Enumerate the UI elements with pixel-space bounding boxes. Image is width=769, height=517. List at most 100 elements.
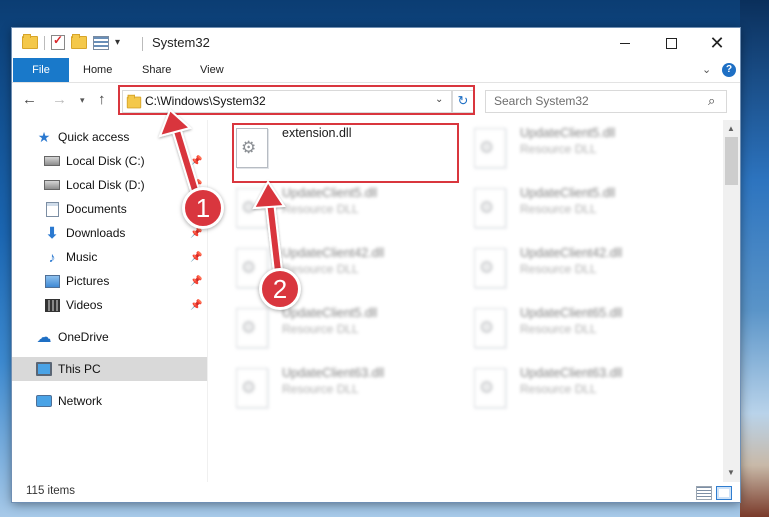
new-folder-icon[interactable]: [71, 34, 87, 49]
tab-file[interactable]: File: [13, 58, 69, 82]
sidebar-item-label: Documents: [66, 202, 127, 216]
sidebar-item-label: Local Disk (C:): [66, 154, 145, 168]
tab-view[interactable]: View: [200, 58, 224, 82]
sidebar-item-quick-access[interactable]: ★ Quick access: [36, 125, 207, 149]
expand-ribbon-icon[interactable]: ⌄: [702, 63, 711, 76]
file-item[interactable]: UpdateClient5.dll Resource DLL: [474, 126, 704, 180]
pin-icon[interactable]: 📌: [190, 228, 202, 239]
dll-file-icon: [236, 368, 268, 408]
search-icon[interactable]: ⌕: [708, 93, 715, 109]
forward-button[interactable]: →: [52, 91, 67, 108]
sidebar-item-label: Quick access: [58, 130, 130, 144]
sidebar-item-onedrive[interactable]: ☁ OneDrive: [36, 325, 207, 349]
address-highlight-box: [118, 85, 475, 115]
sidebar-item-videos[interactable]: Videos 📌: [44, 293, 207, 317]
title-separator: [142, 37, 143, 51]
file-name: UpdateClient5.dll: [282, 306, 378, 320]
file-item[interactable]: UpdateClient42.dll Resource DLL: [474, 246, 704, 300]
status-bar: 115 items: [12, 482, 740, 502]
scroll-thumb[interactable]: [725, 137, 738, 185]
file-item[interactable]: UpdateClient5.dll Resource DLL: [474, 186, 704, 240]
sidebar-item-music[interactable]: ♪ Music 📌: [44, 245, 207, 269]
network-icon: [36, 395, 52, 407]
dll-file-icon: [474, 188, 506, 228]
sidebar-item-local-disk-c[interactable]: Local Disk (C:) 📌: [44, 149, 207, 173]
dll-file-icon: [474, 128, 506, 168]
item-count: 115 items: [26, 485, 76, 497]
sidebar-item-downloads[interactable]: ⬇ Downloads 📌: [44, 221, 207, 245]
folder-icon[interactable]: [22, 34, 38, 49]
file-type: Resource DLL: [520, 322, 597, 336]
file-type: Resource DLL: [520, 202, 597, 216]
sidebar-item-label: Music: [66, 250, 98, 264]
scroll-down-icon[interactable]: ▼: [727, 468, 735, 477]
sidebar-item-this-pc[interactable]: This PC: [12, 357, 207, 381]
file-name: UpdateClient5.dll: [282, 186, 378, 200]
recent-locations-icon[interactable]: ▾: [80, 95, 85, 106]
close-button[interactable]: ✕: [694, 28, 740, 58]
dll-file-icon: [236, 308, 268, 348]
pictures-icon: [44, 274, 60, 288]
sidebar-item-pictures[interactable]: Pictures 📌: [44, 269, 207, 293]
disk-icon: [44, 180, 60, 190]
search-placeholder: Search System32: [494, 94, 589, 108]
cloud-icon: ☁: [36, 329, 52, 346]
file-type: Resource DLL: [282, 202, 359, 216]
file-item[interactable]: UpdateClient5.dll Resource DLL: [236, 306, 466, 360]
file-type: Resource DLL: [282, 382, 359, 396]
vertical-scrollbar[interactable]: ▲ ▼: [723, 120, 740, 482]
sidebar-item-label: OneDrive: [58, 330, 109, 344]
qat-separator: [44, 35, 45, 50]
step-2-badge: 2: [259, 268, 301, 310]
properties-check-icon[interactable]: [51, 33, 65, 50]
file-item[interactable]: UpdateClient65.dll Resource DLL: [474, 306, 704, 360]
file-name: UpdateClient42.dll: [520, 246, 623, 260]
videos-icon: [44, 298, 60, 312]
qat-dropdown-icon[interactable]: ▾: [115, 37, 120, 48]
tab-share[interactable]: Share: [142, 58, 171, 82]
dll-file-icon: [474, 368, 506, 408]
tab-home[interactable]: Home: [83, 58, 112, 82]
maximize-button[interactable]: [648, 28, 694, 58]
disk-icon: [44, 156, 60, 166]
back-button[interactable]: ←: [22, 91, 37, 108]
dll-file-icon: [474, 308, 506, 348]
computer-icon: [36, 362, 52, 376]
pin-icon[interactable]: 📌: [190, 252, 202, 263]
minimize-button[interactable]: [602, 28, 648, 58]
close-icon: ✕: [709, 32, 725, 53]
documents-icon: [45, 201, 59, 217]
help-icon[interactable]: ?: [722, 63, 736, 77]
large-icons-view-icon[interactable]: [716, 486, 732, 500]
file-name: UpdateClient5.dll: [520, 126, 616, 140]
file-item[interactable]: UpdateClient63.dll Resource DLL: [236, 366, 466, 420]
step-1-badge: 1: [182, 187, 224, 229]
minimize-icon: [620, 42, 630, 44]
pin-icon[interactable]: 📌: [190, 300, 202, 311]
quick-access-toolbar: ▾: [22, 33, 120, 50]
search-input[interactable]: Search System32 ⌕: [485, 90, 727, 113]
sidebar-item-label: Local Disk (D:): [66, 178, 145, 192]
pin-icon[interactable]: 📌: [190, 276, 202, 287]
sidebar-item-label: Network: [58, 394, 103, 408]
sidebar-item-label: Downloads: [66, 226, 126, 240]
desktop-background: [740, 0, 769, 517]
file-explorer-window: ▾ System32 ✕ File Home Share View ⌄ ? ← …: [12, 28, 740, 502]
file-type: Resource DLL: [282, 322, 359, 336]
file-item[interactable]: UpdateClient63.dll Resource DLL: [474, 366, 704, 420]
star-icon: ★: [37, 128, 51, 145]
sidebar-item-label: Pictures: [66, 274, 110, 288]
file-type: Resource DLL: [520, 142, 597, 156]
pin-icon[interactable]: 📌: [190, 156, 202, 167]
details-view-icon[interactable]: [696, 486, 712, 500]
file-item[interactable]: UpdateClient5.dll Resource DLL: [236, 186, 466, 240]
sidebar-item-network[interactable]: Network: [36, 389, 207, 413]
sidebar-item-local-disk-d[interactable]: Local Disk (D:) 📌: [44, 173, 207, 197]
up-button[interactable]: ↑: [98, 91, 106, 108]
customize-icon[interactable]: [93, 35, 109, 50]
file-name: UpdateClient65.dll: [520, 306, 623, 320]
sidebar-item-label: This PC: [58, 362, 101, 376]
title-bar: ▾ System32 ✕: [12, 28, 740, 58]
file-highlight-box: [232, 123, 459, 183]
scroll-up-icon[interactable]: ▲: [727, 124, 735, 133]
